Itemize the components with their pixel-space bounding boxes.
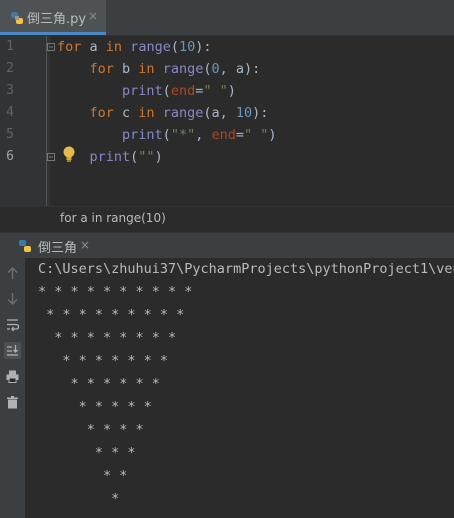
python-run-icon — [19, 240, 31, 252]
code-token: ( — [162, 83, 171, 99]
run-tab-label[interactable]: 倒三角 — [38, 237, 77, 256]
code-token: range — [162, 105, 204, 121]
code-token: in — [138, 61, 155, 77]
arrow-up-icon[interactable] — [4, 265, 21, 282]
code-token: end — [170, 83, 196, 99]
line-number: 6 — [6, 149, 14, 164]
code-token: b — [113, 61, 139, 77]
tab-file[interactable]: 倒三角.py × — [0, 0, 106, 35]
code-token: for — [57, 39, 82, 55]
line-number: 2 — [6, 61, 14, 76]
fold-icon[interactable] — [47, 43, 55, 51]
code-token: print — [122, 83, 163, 99]
code-line: print(end=" ") — [57, 80, 236, 102]
console-output-line: * * * * * * * * * * — [38, 284, 201, 300]
scroll-to-end-icon[interactable] — [4, 342, 21, 359]
trash-icon[interactable] — [4, 394, 21, 411]
run-console[interactable]: C:\Users\zhuhui37\PycharmProjects\python… — [0, 258, 454, 518]
code-token: a — [81, 39, 106, 55]
console-output-line: * * * * * * — [38, 376, 169, 392]
code-token: c — [113, 105, 139, 121]
code-token: " " — [244, 127, 269, 143]
code-line: for a in range(10): — [57, 36, 212, 58]
code-line: for c in range(a, 10): — [57, 102, 269, 124]
code-token: ( — [170, 39, 179, 55]
code-token: ) — [268, 127, 277, 143]
close-icon[interactable]: × — [80, 238, 90, 252]
python-file-icon — [11, 12, 23, 24]
code-token: 0 — [211, 61, 220, 77]
fold-icon[interactable] — [47, 153, 55, 161]
code-token: in — [105, 39, 123, 55]
breadcrumb-item[interactable]: for a in range(10) — [60, 211, 166, 225]
code-token: range — [130, 39, 171, 55]
code-token: (a, — [203, 105, 236, 121]
console-output-line: * * — [38, 468, 136, 484]
line-number: 5 — [6, 127, 14, 142]
code-token: ) — [227, 83, 236, 99]
code-token: for — [89, 105, 114, 121]
code-token: "" — [138, 149, 155, 165]
code-token: = — [235, 127, 244, 143]
code-token: , a): — [219, 61, 261, 77]
code-token: ): — [195, 39, 212, 55]
code-token: print — [89, 149, 131, 165]
code-token: " " — [203, 83, 228, 99]
code-token: ) — [154, 149, 163, 165]
code-token: print — [122, 127, 163, 143]
console-output-line: * * * * * * * * — [38, 330, 185, 346]
editor-tab-bar: 倒三角.py × — [0, 0, 454, 36]
close-icon[interactable]: × — [88, 9, 98, 23]
code-token: 10 — [235, 105, 253, 121]
breadcrumb[interactable]: for a in range(10) — [0, 206, 454, 232]
soft-wrap-icon[interactable] — [4, 316, 21, 333]
console-output-line: * * * — [38, 445, 144, 461]
tab-label: 倒三角.py — [27, 12, 87, 27]
code-line: for b in range(0, a): — [57, 58, 261, 80]
code-token: 10 — [178, 39, 196, 55]
code-token: ( — [162, 127, 171, 143]
code-editor[interactable]: 123456 for a in range(10): for b in rang… — [0, 36, 454, 206]
console-output-line: * * * * * * * — [38, 353, 177, 369]
console-toolbar — [0, 258, 25, 518]
code-token: end — [211, 127, 236, 143]
arrow-down-icon[interactable] — [4, 290, 21, 307]
code-token: , — [195, 127, 212, 143]
console-output-line: * — [38, 491, 128, 507]
console-output-line: * * * * * — [38, 399, 160, 415]
line-number: 1 — [6, 39, 14, 54]
print-icon[interactable] — [4, 368, 21, 385]
console-output-line: * * * * * * * * * — [38, 307, 193, 323]
line-number: 4 — [6, 105, 14, 120]
code-token: ): — [252, 105, 269, 121]
code-token: "*" — [170, 127, 196, 143]
code-line: print("") — [57, 146, 163, 168]
line-number: 3 — [6, 83, 14, 98]
code-token: for — [89, 61, 114, 77]
run-tool-window-header: 倒三角 × — [0, 232, 454, 259]
code-token: in — [138, 105, 155, 121]
console-command-path: C:\Users\zhuhui37\PycharmProjects\python… — [38, 261, 454, 277]
console-output-line: * * * * — [38, 422, 152, 438]
gutter-divider — [46, 36, 47, 206]
code-line: print("*", end=" ") — [57, 124, 277, 146]
code-token: range — [162, 61, 204, 77]
